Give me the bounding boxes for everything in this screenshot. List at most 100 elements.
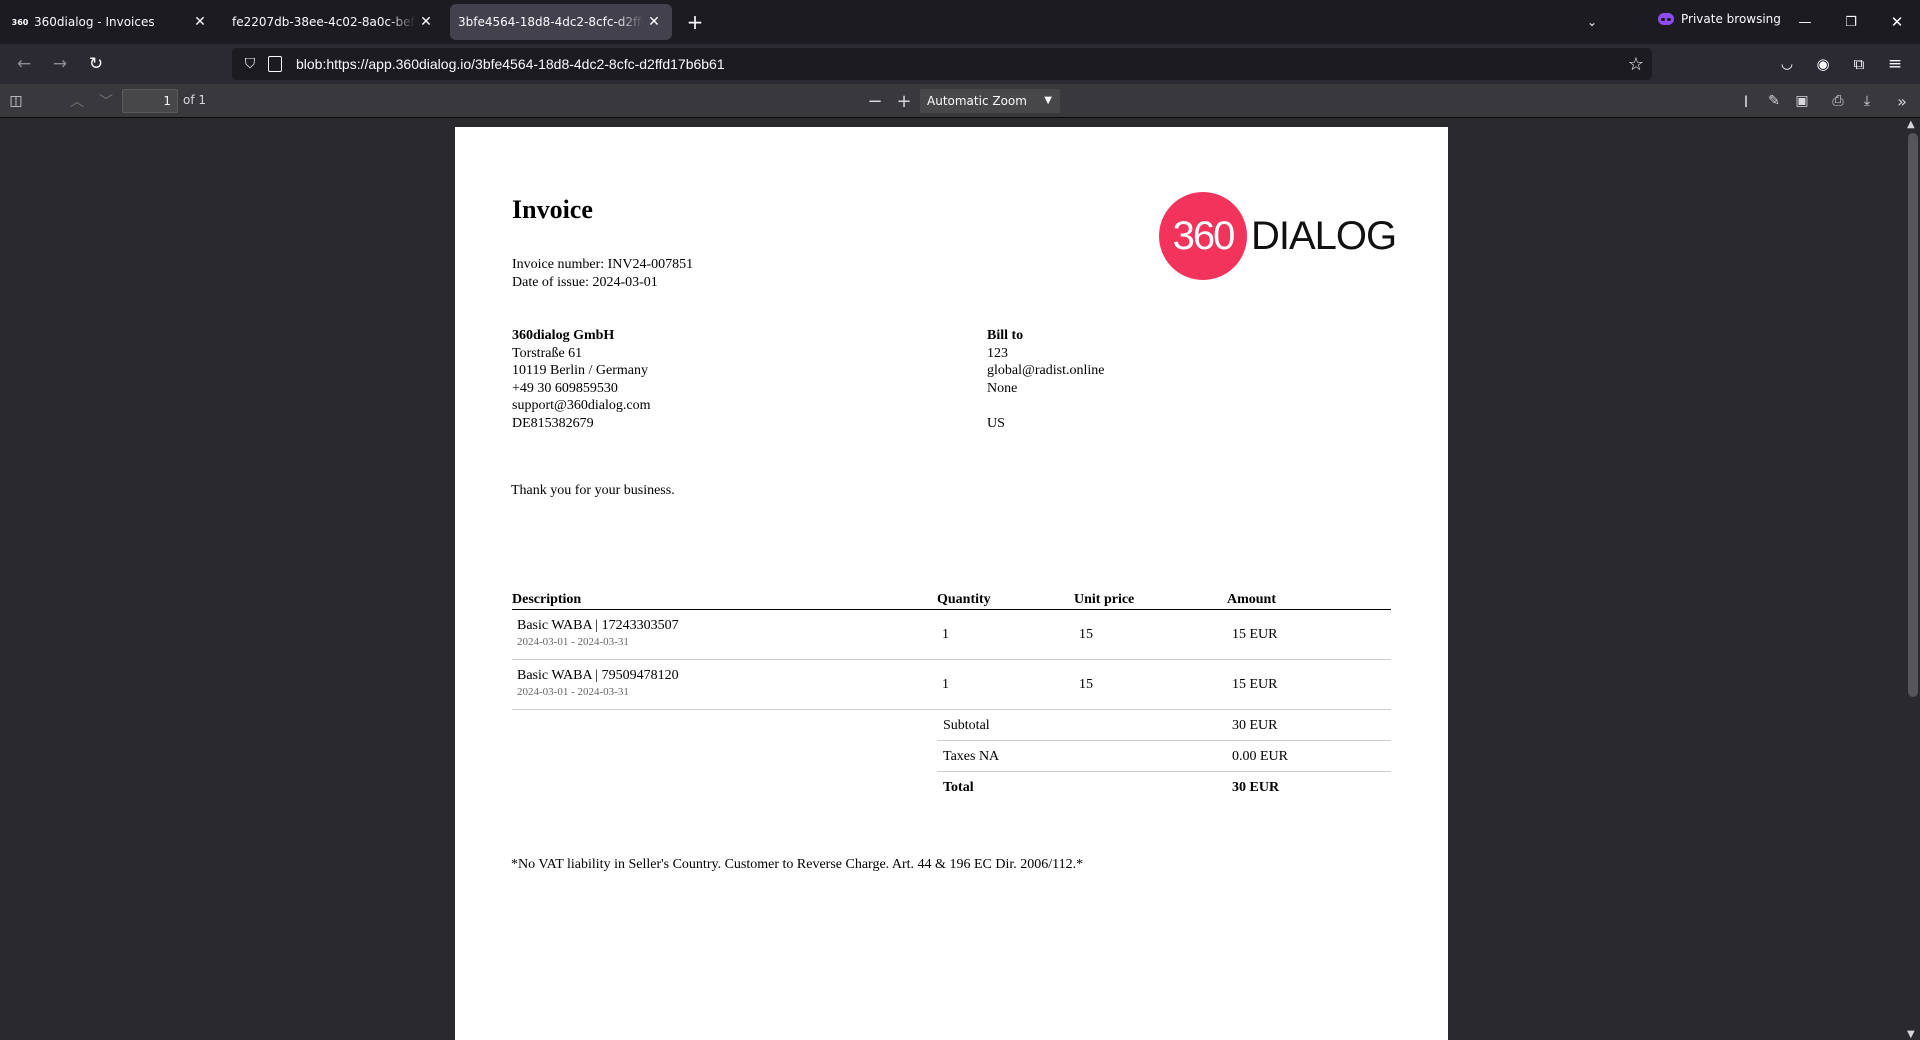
invoice-items-table: Description Quantity Unit price Amount B… (512, 590, 1391, 803)
item-unit-price: 15 (1079, 627, 1093, 642)
back-arrow-icon[interactable]: ← (10, 50, 38, 78)
item-unit-price: 15 (1079, 677, 1093, 692)
next-page-chevron-down-icon[interactable]: ﹀ (93, 88, 119, 114)
seller-phone: +49 30 609859530 (512, 380, 618, 396)
seller-address: 360dialog GmbH Torstraße 61 10119 Berlin… (512, 327, 651, 432)
zoom-in-plus-icon[interactable]: + (891, 88, 917, 114)
invoice-number: Invoice number: INV24-007851 (512, 257, 694, 272)
seller-vat: DE815382679 (512, 415, 594, 431)
bill-to-heading: Bill to (987, 328, 1024, 343)
header-amount: Amount (1227, 592, 1277, 607)
total-row: Total 30 EUR (937, 772, 1391, 803)
close-window-icon[interactable]: ✕ (1874, 0, 1920, 44)
item-period: 2024-03-01 - 2024-03-31 (517, 686, 629, 698)
zoom-select[interactable]: Automatic Zoom ▼ (920, 89, 1060, 113)
minimize-window-icon[interactable]: — (1782, 0, 1828, 44)
new-tab-plus-icon[interactable]: + (681, 8, 709, 36)
thank-you-note: Thank you for your business. (511, 483, 675, 498)
url-text[interactable]: blob:https://app.360dialog.io/3bfe4564-1… (296, 56, 725, 72)
tab-strip: 360 360dialog - Invoices ✕ fe2207db-38ee… (0, 0, 1920, 44)
forward-arrow-icon[interactable]: → (46, 50, 74, 78)
header-quantity: Quantity (937, 592, 991, 607)
print-icon[interactable]: ⎙ (1825, 88, 1851, 114)
tracking-protection-shield-icon[interactable]: ⛉ (240, 56, 260, 72)
tab-blob-fe2207db[interactable]: fe2207db-38ee-4c02-8a0c-bef5237b ✕ (224, 4, 444, 40)
item-description: Basic WABA | 79509478120 (517, 668, 679, 683)
item-amount: 15 EUR (1232, 627, 1278, 642)
list-all-tabs-chevron-icon[interactable]: ⌄ (1578, 8, 1606, 36)
save-download-icon[interactable]: ⤓ (1854, 88, 1880, 114)
close-tab-icon[interactable]: ✕ (416, 12, 436, 32)
chevron-down-icon: ▼ (1044, 95, 1052, 106)
bill-to-line: 123 (987, 345, 1008, 361)
tab-360dialog-invoices[interactable]: 360 360dialog - Invoices ✕ (4, 4, 218, 40)
total-value: 30 EUR (1232, 780, 1280, 795)
sidebar-toggle-icon[interactable]: ◫ (3, 88, 29, 114)
item-description: Basic WABA | 17243303507 (517, 618, 679, 633)
pdf-viewer[interactable]: Invoice 360 DIALOG Invoice number: INV24… (0, 119, 1920, 1040)
taxes-row: Taxes NA 0.00 EUR (937, 741, 1391, 772)
page-number-input[interactable]: 1 (122, 89, 178, 113)
close-tab-icon[interactable]: ✕ (644, 12, 664, 32)
tab-title: 3bfe4564-18d8-4dc2-8cfc-d2ffd17b6b (458, 15, 644, 29)
scroll-down-arrow-icon[interactable]: ▼ (1907, 1029, 1915, 1040)
navigation-toolbar: ← → ↻ ⛉ blob:https://app.360dialog.io/3b… (0, 44, 1920, 84)
360dialog-logo: 360 DIALOG (1159, 192, 1397, 280)
seller-email: support@360dialog.com (512, 398, 651, 413)
bill-to-address: Bill to 123 global@radist.online None US (987, 327, 1104, 432)
text-tool-cursor-icon[interactable]: I (1733, 88, 1759, 114)
url-bar[interactable]: ⛉ blob:https://app.360dialog.io/3bfe4564… (232, 48, 1652, 80)
logo-circle: 360 (1159, 192, 1247, 280)
scroll-up-arrow-icon[interactable]: ▲ (1907, 119, 1915, 130)
private-browsing-indicator: Private browsing (1658, 12, 1781, 26)
taxes-value: 0.00 EUR (1232, 749, 1288, 764)
restore-window-icon[interactable]: ❐ (1828, 0, 1874, 44)
reload-icon[interactable]: ↻ (82, 50, 110, 78)
item-amount: 15 EUR (1232, 677, 1278, 692)
close-tab-icon[interactable]: ✕ (190, 12, 210, 32)
table-row: Basic WABA | 79509478120 2024-03-01 - 20… (512, 660, 1391, 710)
pdf-page: Invoice 360 DIALOG Invoice number: INV24… (455, 127, 1448, 1040)
tab-blob-3bfe4564[interactable]: 3bfe4564-18d8-4dc2-8cfc-d2ffd17b6b ✕ (450, 4, 672, 40)
header-unit-price: Unit price (1074, 592, 1135, 607)
table-header: Description Quantity Unit price Amount (512, 590, 1391, 610)
zoom-out-minus-icon[interactable]: − (862, 88, 888, 114)
tools-double-chevron-icon[interactable]: » (1889, 88, 1915, 114)
viewer-scrollbar[interactable]: ▲ ▼ (1904, 119, 1920, 1040)
extensions-puzzle-icon[interactable]: ⧉ (1845, 50, 1873, 78)
page-info-icon[interactable] (268, 56, 282, 72)
date-of-issue: Date of issue: 2024-03-01 (512, 274, 658, 290)
previous-page-chevron-up-icon[interactable]: ︿ (64, 88, 90, 114)
table-row: Basic WABA | 17243303507 2024-03-01 - 20… (512, 610, 1391, 660)
tab-title: fe2207db-38ee-4c02-8a0c-bef5237b (232, 15, 416, 29)
draw-pencil-icon[interactable]: ✎ (1761, 88, 1787, 114)
bill-to-line: US (987, 415, 1005, 431)
invoice-meta: Invoice number: INV24-007851 Date of iss… (512, 256, 693, 291)
pdf-toolbar: ◫ ︿ ﹀ 1 of 1 − + Automatic Zoom ▼ I ✎ ▣ … (0, 84, 1920, 118)
seller-street: Torstraße 61 (512, 345, 583, 361)
seller-city: 10119 Berlin / Germany (512, 363, 648, 378)
subtotal-row: Subtotal 30 EUR (937, 710, 1391, 741)
header-description: Description (512, 592, 582, 607)
seller-name: 360dialog GmbH (512, 328, 615, 343)
add-image-icon[interactable]: ▣ (1789, 88, 1815, 114)
scrollbar-thumb[interactable] (1908, 133, 1918, 697)
total-label: Total (943, 780, 974, 795)
bookmark-star-icon[interactable]: ☆ (1628, 54, 1644, 75)
subtotal-label: Subtotal (943, 718, 990, 733)
zoom-select-value: Automatic Zoom (927, 94, 1027, 108)
bill-to-line: None (987, 380, 1018, 396)
item-period: 2024-03-01 - 2024-03-31 (517, 636, 629, 648)
bill-to-line: global@radist.online (987, 363, 1105, 378)
subtotal-value: 30 EUR (1232, 718, 1278, 733)
pocket-icon[interactable]: ◡ (1773, 50, 1801, 78)
application-menu-hamburger-icon[interactable]: ≡ (1881, 50, 1909, 78)
logo-wordmark: DIALOG (1251, 213, 1397, 258)
private-browsing-label: Private browsing (1681, 12, 1781, 26)
vat-footnote: *No VAT liability in Seller's Country. C… (511, 857, 1084, 872)
360dialog-favicon-icon: 360 (11, 17, 29, 27)
account-icon[interactable]: ◉ (1809, 50, 1837, 78)
invoice-title: Invoice (512, 195, 593, 224)
item-quantity: 1 (942, 677, 949, 692)
private-mask-icon (1658, 13, 1674, 25)
